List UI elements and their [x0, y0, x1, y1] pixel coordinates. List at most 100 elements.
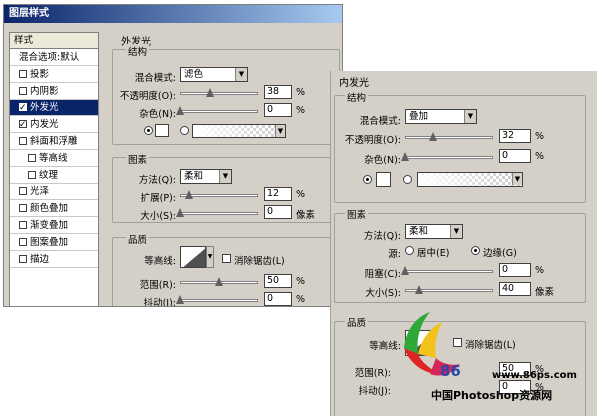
anti-alias-checkbox[interactable]	[222, 254, 231, 263]
structure-group-label: 结构	[126, 44, 150, 58]
style-list-item[interactable]: 颜色叠加	[10, 201, 98, 218]
style-list-item[interactable]: 内发光	[10, 117, 98, 134]
blend-mode-select[interactable]: 叠加 ▼	[405, 109, 477, 124]
choke-input[interactable]: 0	[499, 263, 531, 277]
dialog-title-bar[interactable]: 图层样式	[4, 5, 342, 23]
noise-unit: %	[535, 151, 545, 162]
contour-picker[interactable]	[180, 246, 206, 268]
noise-unit: %	[296, 105, 306, 116]
style-list-item-label: 图案叠加	[30, 236, 69, 248]
spread-input[interactable]: 12	[264, 187, 292, 201]
jitter-slider-thumb[interactable]	[176, 295, 184, 304]
style-list-item-label: 等高线	[39, 152, 68, 164]
style-checkbox[interactable]	[19, 221, 27, 229]
size-slider[interactable]	[405, 285, 493, 295]
source-edge-label: 边缘(G)	[483, 248, 517, 259]
style-list-item[interactable]: 图案叠加	[10, 235, 98, 251]
gradient-picker[interactable]: ▼	[417, 172, 523, 187]
noise-slider[interactable]	[176, 106, 258, 116]
opacity-input[interactable]: 32	[499, 129, 531, 143]
style-list-item[interactable]: 混合选项:默认	[10, 50, 98, 66]
range-label: 范围(R):	[139, 280, 176, 291]
spread-slider[interactable]	[180, 190, 258, 200]
style-checkbox[interactable]	[19, 117, 27, 133]
size-input[interactable]: 40	[499, 282, 531, 296]
jitter-slider[interactable]	[176, 295, 258, 305]
jitter-input[interactable]: 0	[264, 292, 292, 306]
glow-color-swatch[interactable]	[376, 172, 391, 187]
style-checkbox[interactable]	[19, 100, 27, 116]
choke-slider[interactable]	[401, 266, 493, 276]
anti-alias-label: 消除锯齿(L)	[234, 256, 285, 267]
style-list-item-label: 渐变叠加	[30, 220, 69, 231]
style-checkbox[interactable]	[19, 237, 27, 246]
method-select[interactable]: 柔和 ▼	[180, 169, 232, 184]
size-input[interactable]: 0	[264, 205, 292, 219]
source-center-radio[interactable]	[405, 246, 414, 255]
style-checkbox[interactable]	[19, 254, 27, 263]
style-list-item-label: 内发光	[30, 119, 59, 131]
size-slider-thumb[interactable]	[415, 285, 424, 294]
size-slider-thumb[interactable]	[176, 208, 184, 217]
layer-style-dialog: 图层样式 样式 混合选项:默认投影内阴影外发光内发光斜面和浮雕等高线纹理光泽颜色…	[3, 4, 343, 307]
style-list-item[interactable]: 光泽	[10, 184, 98, 201]
watermark-url[interactable]: www.86ps.com	[492, 370, 577, 381]
choke-slider-thumb[interactable]	[401, 266, 409, 275]
style-list-item[interactable]: 外发光	[10, 100, 98, 117]
size-label: 大小(S):	[140, 211, 176, 222]
size-slider-track	[180, 212, 258, 215]
noise-slider[interactable]	[401, 152, 493, 162]
range-input[interactable]: 50	[264, 274, 292, 288]
contour-dropdown-button[interactable]: ▼	[206, 246, 214, 268]
style-list-header: 样式	[10, 33, 98, 49]
opacity-input[interactable]: 38	[264, 85, 292, 99]
structure-group-label: 结构	[345, 90, 369, 104]
chevron-down-icon: ▼	[275, 125, 285, 137]
size-slider[interactable]	[176, 208, 258, 218]
range-slider[interactable]	[180, 277, 258, 287]
style-list-item[interactable]: 投影	[10, 67, 98, 83]
elements-group-label: 图素	[345, 207, 369, 221]
method-select[interactable]: 柔和 ▼	[405, 224, 463, 239]
glow-color-swatch[interactable]	[155, 124, 169, 137]
solid-color-radio[interactable]	[363, 175, 372, 184]
style-list-item[interactable]: 描边	[10, 252, 98, 268]
gradient-picker[interactable]: ▼	[192, 124, 286, 138]
style-checkbox[interactable]	[28, 153, 36, 162]
gradient-radio[interactable]	[403, 175, 412, 184]
noise-slider-thumb[interactable]	[401, 152, 409, 161]
style-list: 样式 混合选项:默认投影内阴影外发光内发光斜面和浮雕等高线纹理光泽颜色叠加渐变叠…	[9, 32, 99, 306]
spread-slider-thumb[interactable]	[185, 190, 194, 199]
opacity-slider[interactable]	[180, 88, 258, 98]
style-checkbox[interactable]	[19, 187, 27, 196]
noise-input[interactable]: 0	[264, 103, 292, 117]
opacity-slider-thumb[interactable]	[429, 132, 438, 141]
style-checkbox[interactable]	[19, 86, 27, 95]
solid-color-radio[interactable]	[144, 126, 153, 135]
style-checkbox[interactable]	[19, 69, 27, 78]
opacity-slider-thumb[interactable]	[205, 88, 214, 97]
opacity-slider[interactable]	[405, 132, 493, 142]
size-unit: 像素	[296, 210, 316, 221]
spread-label: 扩展(P):	[140, 193, 176, 204]
style-list-item[interactable]: 渐变叠加	[10, 218, 98, 234]
noise-slider-thumb[interactable]	[176, 106, 184, 115]
style-checkbox[interactable]	[19, 137, 27, 145]
style-list-item[interactable]: 等高线	[10, 151, 98, 167]
range-slider-thumb[interactable]	[215, 277, 223, 286]
style-checkbox[interactable]	[28, 170, 36, 179]
style-list-item-label: 描边	[30, 253, 50, 265]
blend-mode-label: 混合模式:	[134, 73, 176, 84]
style-list-item[interactable]: 纹理	[10, 168, 98, 184]
style-list-item[interactable]: 斜面和浮雕	[10, 134, 98, 150]
source-edge-radio[interactable]	[471, 246, 480, 255]
contour-label: 等高线:	[369, 341, 401, 352]
style-list-item-label: 斜面和浮雕	[30, 136, 78, 147]
noise-input[interactable]: 0	[499, 149, 531, 163]
gradient-radio[interactable]	[180, 126, 189, 135]
elements-group-label: 图素	[126, 152, 150, 166]
blend-mode-select[interactable]: 滤色 ▼	[180, 67, 248, 82]
style-checkbox[interactable]	[19, 204, 27, 213]
style-list-item[interactable]: 内阴影	[10, 84, 98, 100]
chevron-down-icon: ▼	[219, 170, 231, 183]
